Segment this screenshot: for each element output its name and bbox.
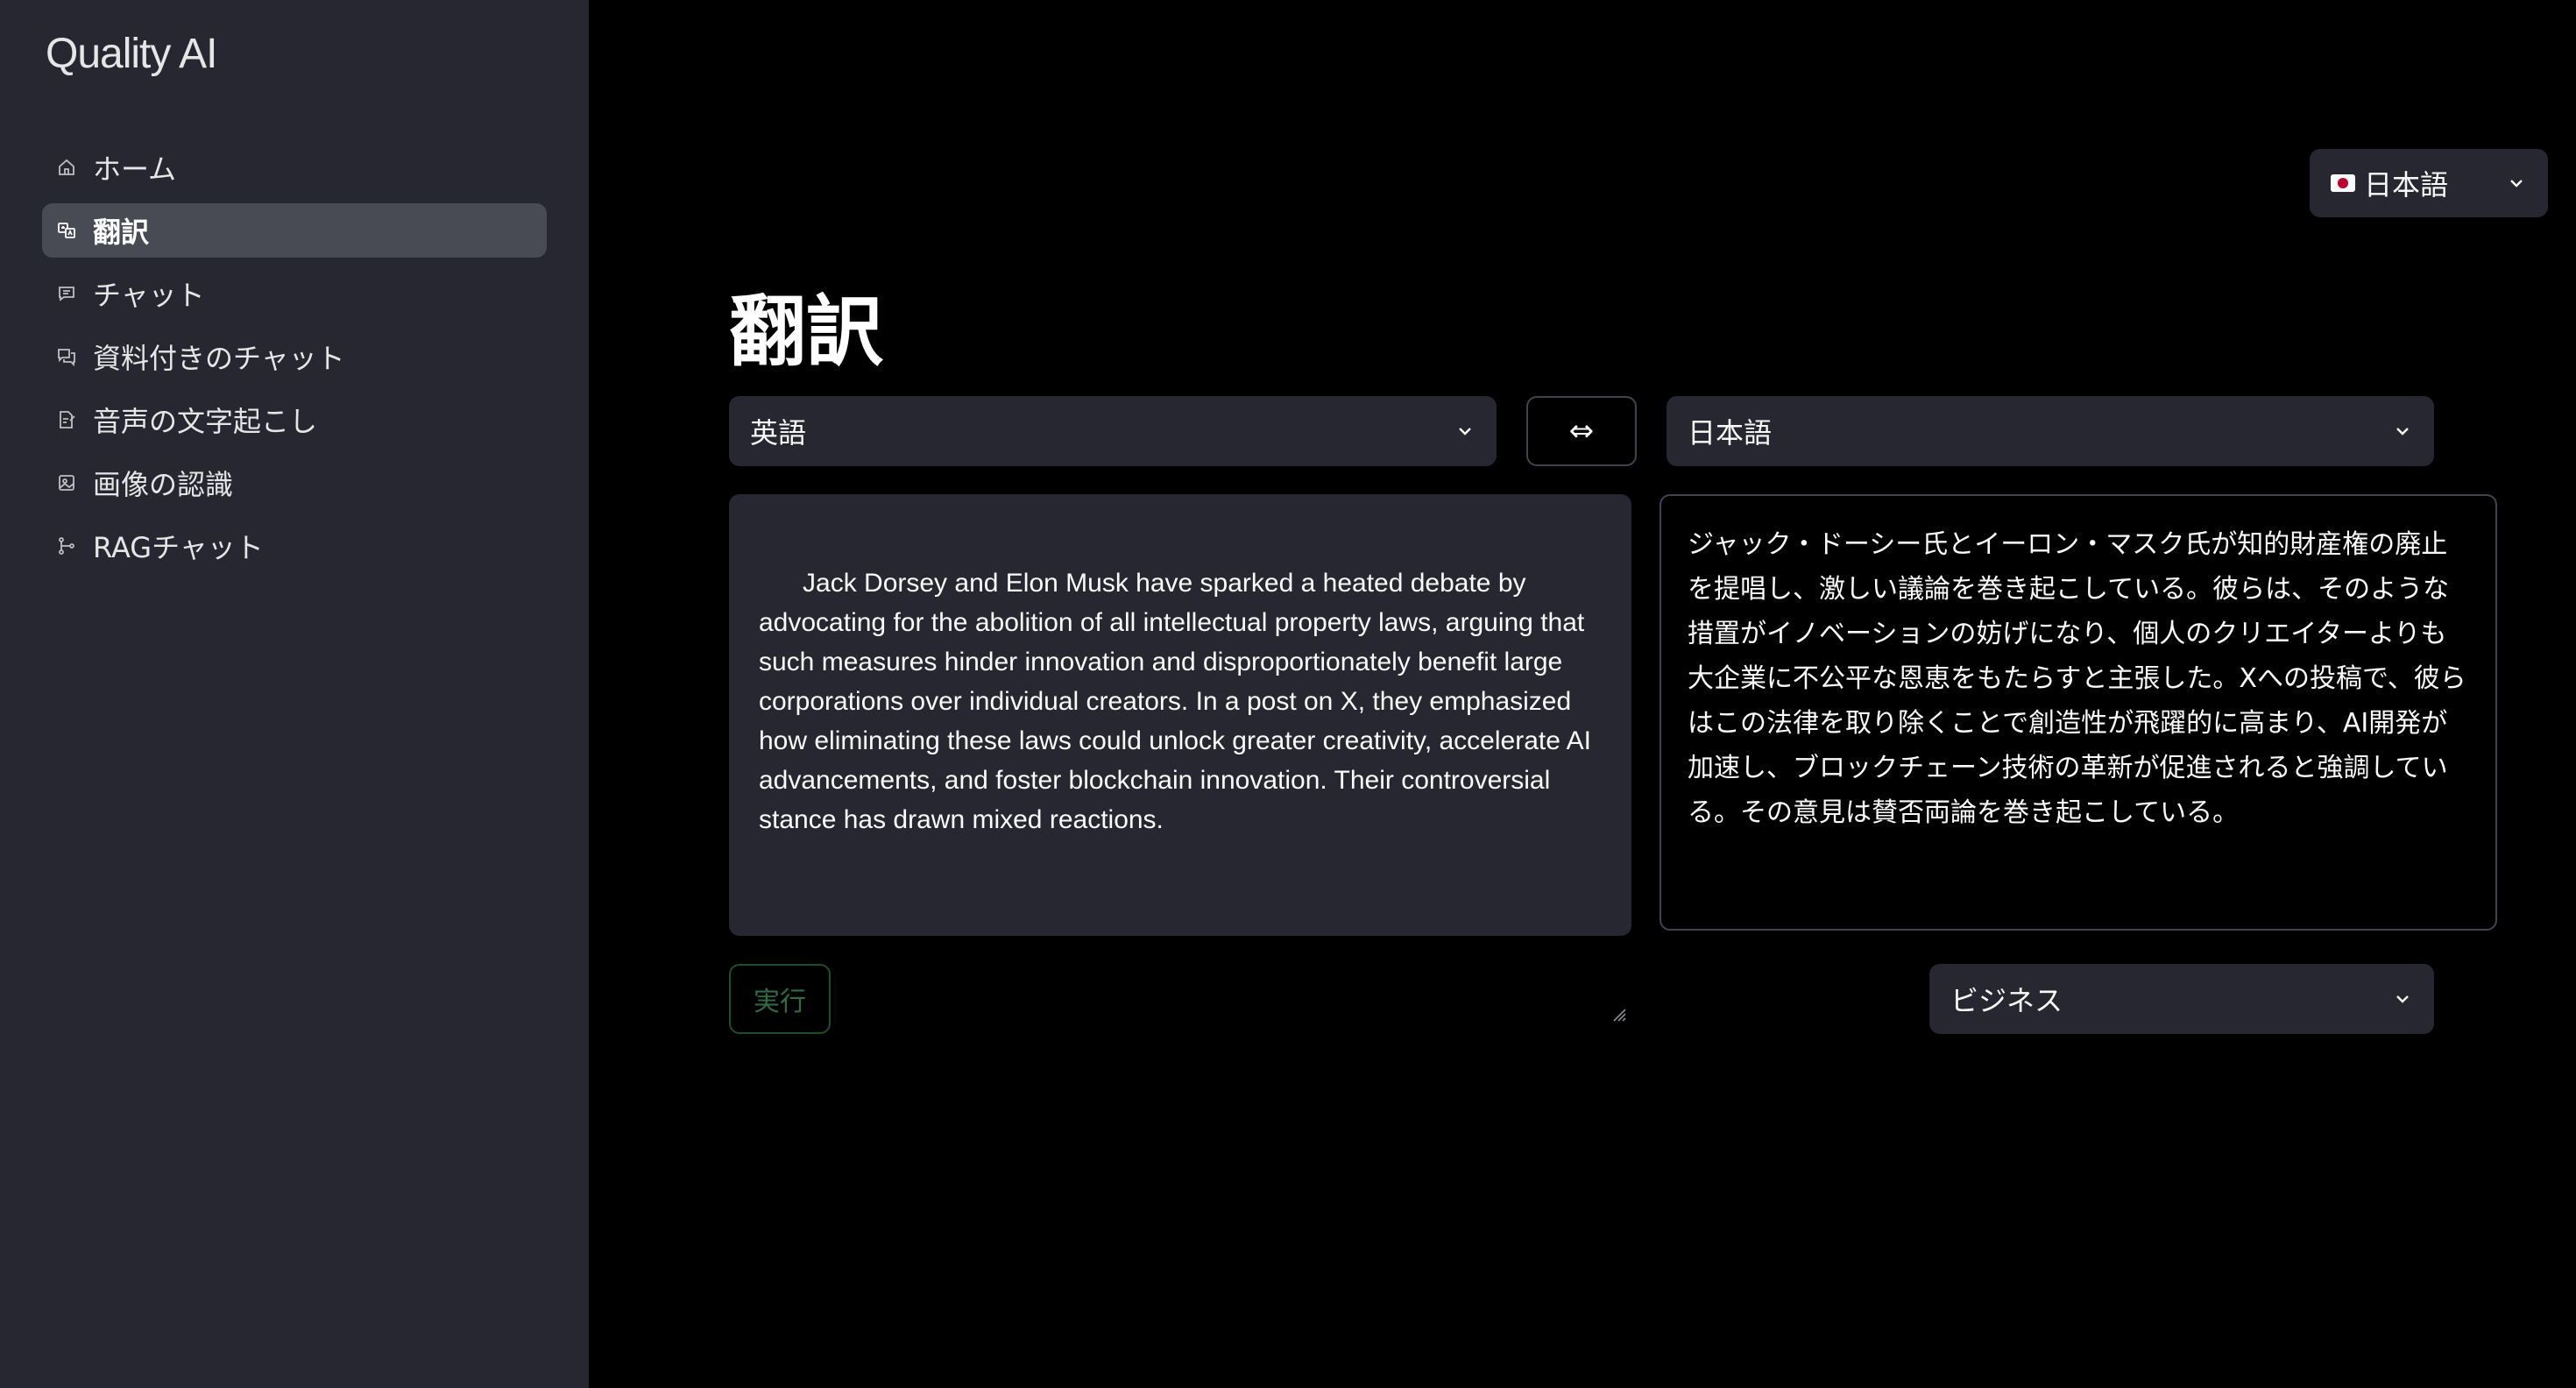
sidebar-item-transcription[interactable]: 音声の文字起こし bbox=[42, 393, 547, 447]
ui-language-select[interactable]: 日本語 bbox=[2310, 149, 2548, 217]
app-root: Quality AI ホーム 翻訳 チャット 資料付きのチャット 音声の文字起こ… bbox=[0, 0, 2576, 1388]
sidebar-item-chat[interactable]: チャット bbox=[42, 266, 547, 321]
sidebar-item-label: ホーム bbox=[93, 152, 177, 186]
chevron-down-icon bbox=[2506, 173, 2527, 194]
page-title: 翻訳 bbox=[729, 287, 884, 377]
chat-document-icon bbox=[56, 346, 77, 367]
jp-flag-icon bbox=[2331, 174, 2355, 192]
source-text-value: Jack Dorsey and Elon Musk have sparked a… bbox=[759, 569, 1599, 834]
swap-languages-button[interactable]: ⇔ bbox=[1526, 396, 1637, 466]
sidebar-nav: ホーム 翻訳 チャット 資料付きのチャット 音声の文字起こし 画像の認識 RAG… bbox=[42, 140, 547, 582]
transcribe-icon bbox=[56, 409, 77, 430]
home-icon bbox=[56, 157, 77, 178]
sidebar-item-label: 画像の認識 bbox=[93, 468, 234, 501]
translated-text-output: ジャック・ドーシー氏とイーロン・マスク氏が知的財産権の廃止を提唱し、激しい議論を… bbox=[1660, 494, 2497, 931]
resize-handle-icon[interactable] bbox=[1610, 915, 1626, 1022]
brand-logo: Quality AI bbox=[46, 31, 217, 77]
source-language-value: 英語 bbox=[750, 416, 807, 450]
target-language-value: 日本語 bbox=[1688, 416, 1773, 450]
target-language-select[interactable]: 日本語 bbox=[1667, 396, 2434, 466]
sidebar-item-label: 音声の文字起こし bbox=[93, 405, 318, 438]
sidebar-item-home[interactable]: ホーム bbox=[42, 140, 547, 195]
chevron-down-icon bbox=[1454, 421, 1476, 442]
chevron-down-icon bbox=[2392, 988, 2413, 1009]
translate-icon bbox=[56, 220, 77, 241]
ui-language-value: 日本語 bbox=[2364, 168, 2449, 202]
sidebar-item-label: チャット bbox=[93, 279, 205, 312]
source-language-select[interactable]: 英語 bbox=[729, 396, 1497, 466]
rag-icon bbox=[56, 535, 77, 556]
sidebar-item-translate[interactable]: 翻訳 bbox=[42, 203, 547, 258]
sidebar-item-label: 翻訳 bbox=[93, 216, 150, 249]
sidebar-item-rag-chat[interactable]: RAGチャット bbox=[42, 519, 547, 573]
chevron-down-icon bbox=[2392, 421, 2413, 442]
run-button[interactable]: 実行 bbox=[729, 964, 831, 1034]
tone-value: ビジネス bbox=[1950, 984, 2063, 1017]
main-content: 日本語 翻訳 英語 ⇔ 日本語 Jack Dorsey and Elon Mus… bbox=[589, 0, 2576, 1388]
sidebar-item-label: 資料付きのチャット bbox=[93, 342, 345, 375]
sidebar: Quality AI ホーム 翻訳 チャット 資料付きのチャット 音声の文字起こ… bbox=[0, 0, 589, 1388]
sidebar-item-label: RAGチャット bbox=[93, 531, 264, 564]
sidebar-item-image-recognition[interactable]: 画像の認識 bbox=[42, 456, 547, 510]
source-text-input[interactable]: Jack Dorsey and Elon Musk have sparked a… bbox=[729, 494, 1631, 1022]
image-icon bbox=[56, 472, 77, 493]
chat-icon bbox=[56, 283, 77, 304]
sidebar-item-chat-with-documents[interactable]: 資料付きのチャット bbox=[42, 329, 547, 384]
tone-select[interactable]: ビジネス bbox=[1929, 964, 2434, 1034]
